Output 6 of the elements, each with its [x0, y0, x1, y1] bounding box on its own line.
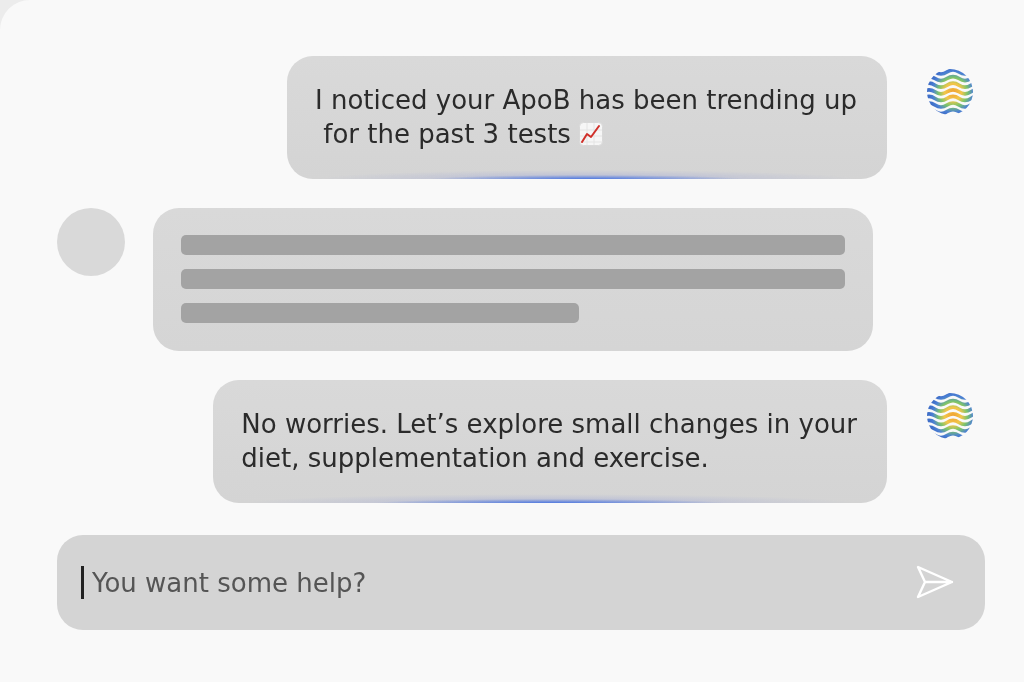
wave-logo-icon: [927, 393, 973, 439]
wave-logo-icon: [927, 69, 973, 115]
message-input[interactable]: You want some help?: [57, 535, 985, 630]
send-icon[interactable]: [915, 564, 955, 600]
message-text: No worries. Let’s explore small changes in your diet, supplementation and exercise.: [241, 409, 857, 473]
message-text: I noticed your ApoB has been trending up for the past 3 tests: [314, 85, 857, 149]
